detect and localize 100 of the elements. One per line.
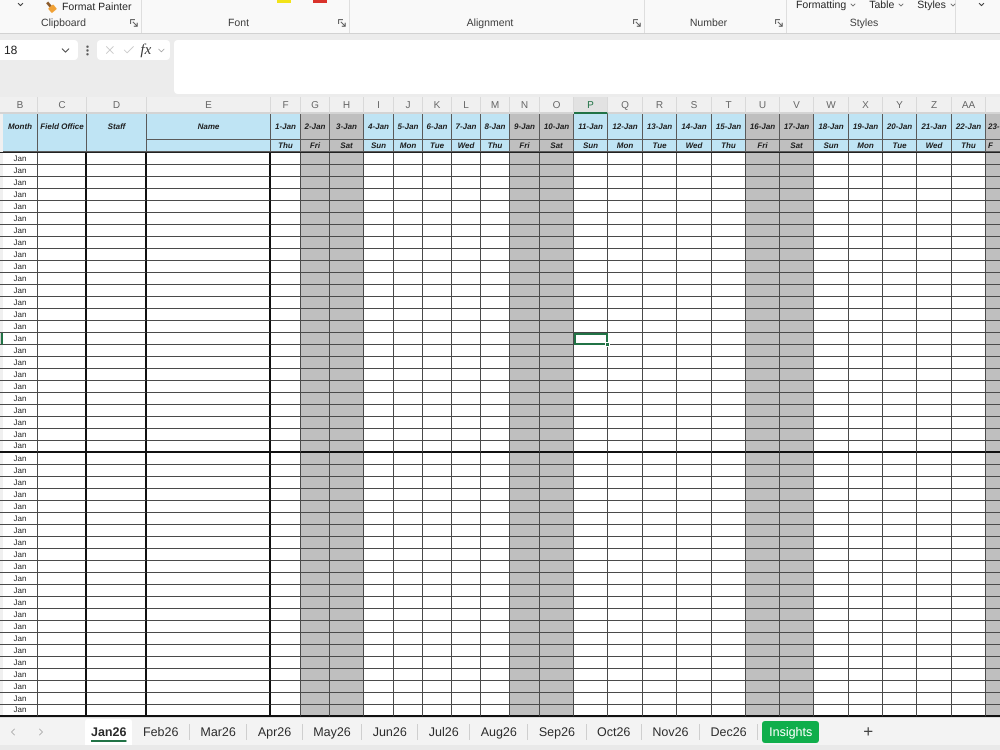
group-label: Font	[228, 17, 249, 29]
month-cell: Jan	[3, 309, 38, 321]
month-cell: Jan	[3, 417, 38, 429]
month-cell: Jan	[3, 525, 38, 537]
column-header[interactable]: X	[849, 97, 883, 114]
sheet-tab[interactable]: Feb26	[132, 720, 189, 742]
column-header[interactable]: S	[677, 97, 712, 114]
date-header: 6-Jan	[423, 114, 452, 140]
weekday-header: Thu	[481, 140, 510, 152]
format-painter-button[interactable]: Format Painter	[44, 0, 132, 13]
sheet-tab[interactable]: Aug26	[470, 720, 528, 742]
dialog-launcher-icon[interactable]	[130, 19, 138, 27]
sheet-tab[interactable]: Dec26	[700, 720, 758, 742]
column-header[interactable]: Q	[608, 97, 643, 114]
fill-handle[interactable]	[605, 342, 610, 347]
month-cell: Jan	[3, 393, 38, 405]
month-cell: Jan	[3, 585, 38, 597]
month-cell: Jan	[3, 429, 38, 441]
month-cell: Jan	[3, 201, 38, 213]
column-header[interactable]: Y	[883, 97, 917, 114]
sheet-tab[interactable]: May26	[302, 720, 362, 742]
dropdown-button[interactable]: Styles	[917, 0, 957, 11]
add-sheet-button[interactable]: +	[861, 722, 876, 742]
dialog-launcher-icon[interactable]	[338, 19, 346, 27]
row-header[interactable]	[0, 333, 3, 345]
column-header[interactable]: W	[814, 97, 849, 114]
month-cell: Jan	[3, 609, 38, 621]
active-cell[interactable]	[574, 333, 608, 345]
weekday-header: Thu	[712, 140, 746, 152]
month-cell: Jan	[3, 693, 38, 705]
month-cell: Jan	[3, 297, 38, 309]
date-header: 5-Jan	[394, 114, 423, 140]
month-cell: Jan	[3, 273, 38, 285]
name-box[interactable]: 18	[0, 40, 78, 60]
column-header[interactable]: H	[330, 97, 364, 114]
month-cell: Jan	[3, 453, 38, 465]
sheet-tab[interactable]: Jun26	[362, 720, 418, 742]
date-header: 8-Jan	[481, 114, 510, 140]
header-cell: Name	[147, 114, 271, 140]
month-cell: Jan	[3, 189, 38, 201]
column-header[interactable]: T	[712, 97, 746, 114]
caret-icon	[897, 1, 906, 9]
date-header: 18-Jan	[814, 114, 849, 140]
column-header[interactable]: V	[780, 97, 814, 114]
weekday-header: Sat	[330, 140, 364, 152]
column-header[interactable]: M	[481, 97, 510, 114]
column-header[interactable]: AA	[952, 97, 986, 114]
dialog-launcher-icon[interactable]	[775, 19, 783, 27]
date-header: 17-Jan	[780, 114, 814, 140]
caret-icon[interactable]	[977, 0, 986, 9]
column-header[interactable]: B	[3, 97, 38, 114]
sheet-tab[interactable]: Oct26	[586, 720, 641, 742]
column-header[interactable]: R	[643, 97, 677, 114]
date-header: 9-Jan	[510, 114, 540, 140]
month-cell: Jan	[3, 285, 38, 297]
month-cell: Jan	[3, 561, 38, 573]
month-cell: Jan	[3, 321, 38, 333]
month-cell: Jan	[3, 225, 38, 237]
column-header[interactable]: L	[452, 97, 481, 114]
column-header[interactable]: N	[510, 97, 540, 114]
month-cell: Jan	[3, 669, 38, 681]
dropdown-button[interactable]: Formatting	[796, 0, 858, 11]
date-header: 4-Jan	[364, 114, 394, 140]
column-header[interactable]: J	[394, 97, 423, 114]
month-cell: Jan	[3, 549, 38, 561]
group-label: Styles	[850, 17, 878, 29]
sheet-tab[interactable]: Sep26	[528, 720, 586, 742]
month-cell: Jan	[3, 513, 38, 525]
sheet-tab[interactable]: Mar26	[190, 720, 246, 742]
date-header: 12-Jan	[608, 114, 643, 140]
column-header[interactable]: F	[271, 97, 301, 114]
column-header[interactable]: Z	[917, 97, 952, 114]
sheet-tab[interactable]: Insights	[762, 720, 820, 742]
column-header[interactable]: D	[87, 97, 147, 114]
column-header[interactable]: I	[364, 97, 394, 114]
sheet-tab[interactable]: Jul26	[418, 720, 470, 742]
dialog-launcher-icon[interactable]	[633, 19, 641, 27]
weekday-header: Sat	[540, 140, 574, 152]
column-header[interactable]: C	[38, 97, 87, 114]
column-header[interactable]: U	[746, 97, 780, 114]
month-cell: Jan	[3, 633, 38, 645]
month-cell: Jan	[3, 213, 38, 225]
month-cell: Jan	[3, 357, 38, 369]
month-cell: Jan	[3, 249, 38, 261]
column-header[interactable]: P	[574, 97, 608, 114]
weekday-header: Thu	[952, 140, 986, 152]
month-cell: Jan	[3, 597, 38, 609]
caret-icon[interactable]	[16, 0, 25, 9]
column-header[interactable]: O	[540, 97, 574, 114]
month-cell: Jan	[3, 333, 38, 345]
column-header[interactable]: G	[301, 97, 330, 114]
sheet-tab[interactable]: Nov26	[642, 720, 699, 742]
column-header[interactable]: E	[147, 97, 271, 114]
dropdown-button[interactable]: Table	[869, 0, 906, 11]
sheet-tab[interactable]: Jan26	[85, 718, 132, 744]
weekday-header: Fri	[301, 140, 330, 152]
month-cell: Jan	[3, 153, 38, 165]
sheet-tab[interactable]: Apr26	[247, 720, 302, 742]
insert-function-button[interactable]: fx	[140, 42, 152, 58]
column-header[interactable]: K	[423, 97, 452, 114]
